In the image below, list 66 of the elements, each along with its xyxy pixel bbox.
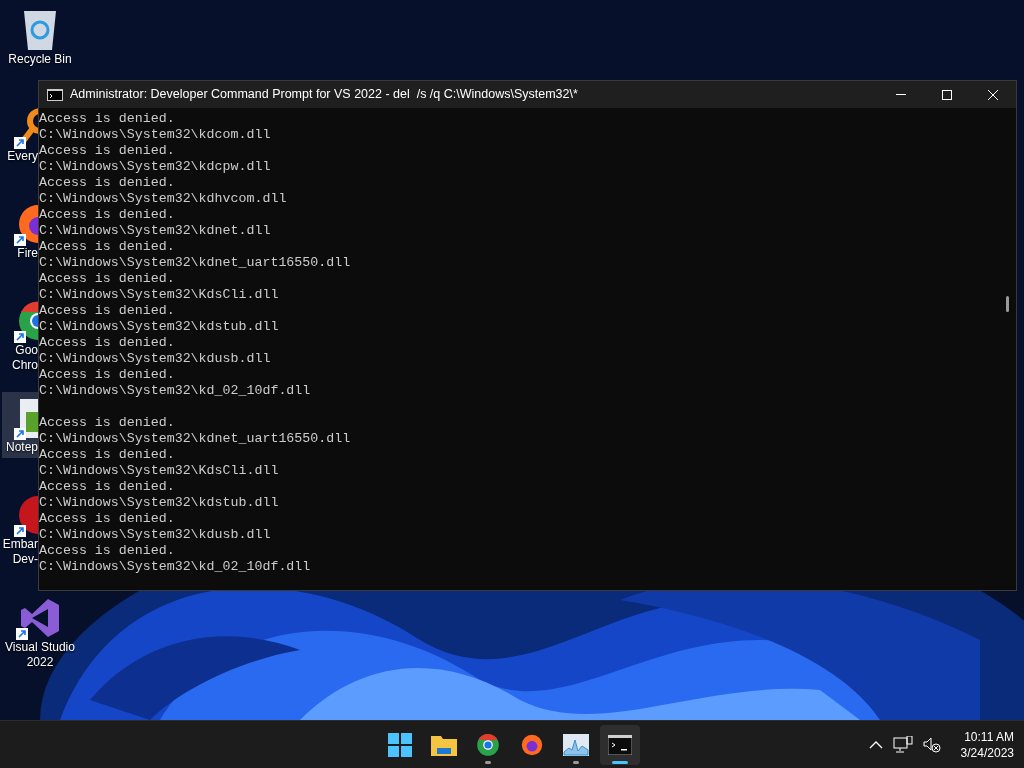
console-line: C:\Windows\System32\kdstub.dll [39, 319, 280, 335]
folder-icon [431, 733, 457, 756]
console-line: Access is denied. [39, 479, 176, 495]
console-line: Access is denied. [39, 111, 176, 127]
desktop-icon-label: Visual Studio [5, 640, 75, 655]
terminal-icon [608, 734, 632, 755]
console-line: C:\Windows\System32\kdusb.dll [39, 527, 272, 543]
console-line: Access is denied. [39, 511, 176, 527]
running-indicator [573, 760, 579, 764]
console-line: C:\Windows\System32\KdsCli.dll [39, 287, 280, 303]
window-title: Administrator: Developer Command Prompt for VS 2022 - del /s /q C:\Windows\System32\* [70, 86, 578, 104]
desktop-icon-label: Every [7, 149, 38, 164]
chevron-up-icon[interactable] [868, 740, 883, 749]
desktop-icon-label: Chro [12, 358, 38, 373]
console-line: Access is denied. [39, 543, 176, 559]
notepad-icon [18, 398, 38, 438]
console-icon [47, 88, 63, 101]
desktop-icon[interactable]: Recycle Bin [2, 4, 78, 70]
desktop-icon-label: Recycle Bin [8, 52, 72, 67]
desktop-icon-label: Dev- [12, 552, 38, 567]
desktop-icon-label: Goo [15, 343, 38, 358]
console-line: C:\Windows\System32\kdnet_uart16550.dll [39, 431, 352, 447]
console-line: Access is denied. [39, 175, 176, 191]
network-icon[interactable] [892, 735, 913, 754]
desktop-icon-label: Fire [17, 246, 38, 261]
maximize-icon [942, 89, 952, 100]
volume-muted-icon[interactable] [922, 736, 941, 753]
console-line: C:\Windows\System32\kdnet_uart16550.dll [39, 255, 352, 271]
taskbar-button[interactable] [600, 724, 640, 765]
desktop-icon[interactable]: Every [2, 101, 38, 167]
desktop-icon-label: Embar [2, 537, 38, 552]
desktop-icon[interactable]: Visual Studio 2022 [2, 592, 78, 673]
running-indicator [612, 760, 628, 764]
console-line: C:\Windows\System32\kd_02_10df.dll [39, 559, 312, 575]
console-line: Access is denied. [39, 335, 176, 351]
desktop-icon-label: 2022 [26, 655, 54, 670]
console-line: C:\Windows\System32\kdusb.dll [39, 351, 272, 367]
embarcadero-icon [18, 495, 38, 535]
scrollbar-thumb[interactable] [1006, 296, 1009, 312]
clock-time: 10:11 AM [964, 728, 1014, 745]
console-line: Access is denied. [39, 207, 176, 223]
performance-chart-icon [563, 733, 589, 756]
minimize-icon [896, 94, 906, 95]
console-line: Access is denied. [39, 271, 176, 287]
console-line: Access is denied. [39, 447, 176, 463]
console-line: Access is denied. [39, 415, 176, 431]
console-line: C:\Windows\System32\kdhvcom.dll [39, 191, 288, 207]
chrome-icon [476, 732, 500, 757]
clock-date: 3/24/2023 [960, 744, 1014, 761]
console-line: C:\Windows\System32\kd_02_10df.dll [39, 383, 312, 399]
console-line: C:\Windows\System32\kdstub.dll [39, 495, 280, 511]
console-line: Access is denied. [39, 367, 176, 383]
desktop-icon-label: Notep [5, 440, 38, 455]
console-line: Access is denied. [39, 303, 176, 319]
desktop-icon[interactable]: Embar Dev- [2, 489, 38, 570]
console-line: Access is denied. [39, 143, 176, 159]
console-line: C:\Windows\System32\kdnet.dll [39, 223, 272, 239]
running-indicator [485, 760, 491, 764]
console-line: Access is denied. [39, 239, 176, 255]
console-line: C:\Windows\System32\KdsCli.dll [39, 463, 280, 479]
console-line: C:\Windows\System32\kdcom.dll [39, 127, 272, 143]
windows-logo-icon [388, 732, 412, 757]
firefox-icon [520, 732, 544, 757]
console-line: C:\Windows\System32\kdcpw.dll [39, 159, 272, 175]
visual-studio-icon [20, 598, 60, 638]
close-icon [988, 89, 998, 100]
